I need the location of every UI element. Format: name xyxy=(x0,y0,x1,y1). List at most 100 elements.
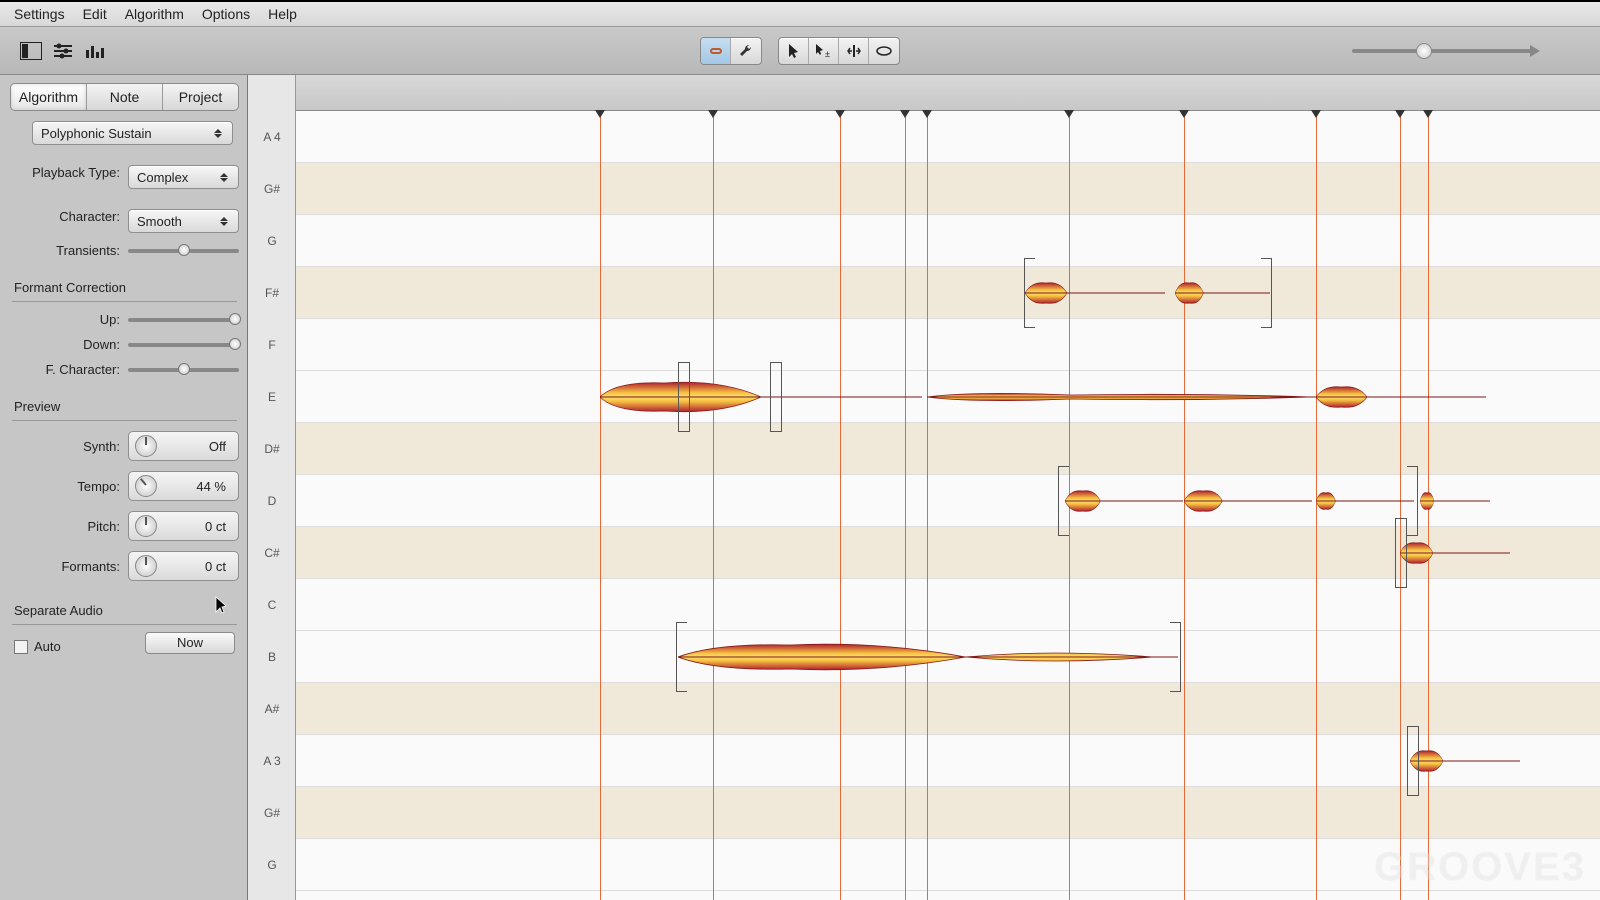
marker-triangle-icon xyxy=(595,110,605,118)
playback-type-select[interactable]: Complex xyxy=(128,165,239,189)
note-blob[interactable] xyxy=(1400,535,1510,571)
menu-bar: Settings Edit Algorithm Options Help xyxy=(0,2,1600,27)
lane-label: G# xyxy=(248,806,296,820)
formant-character-label: F. Character: xyxy=(10,362,128,377)
time-marker[interactable] xyxy=(927,111,928,900)
lane-label: F xyxy=(248,338,296,352)
tool-segment-1 xyxy=(700,37,762,65)
note-editor-canvas[interactable]: 𝄞 A 4G#GF#FED#DC#CBA#A 3G#G GROOVE3 xyxy=(248,75,1600,900)
lane-label: C# xyxy=(248,546,296,560)
playback-type-label: Playback Type: xyxy=(10,165,128,180)
marker-triangle-icon xyxy=(835,110,845,118)
link-tool-button[interactable] xyxy=(701,38,731,64)
auto-label: Auto xyxy=(34,639,61,654)
bars-icon[interactable] xyxy=(82,38,108,64)
zoom-slider[interactable] xyxy=(1352,45,1540,57)
lane-F#[interactable]: F# xyxy=(296,267,1600,319)
formants-value: 0 ct xyxy=(205,559,232,574)
panel-toggle-icon[interactable] xyxy=(18,38,44,64)
tempo-label: Tempo: xyxy=(10,479,128,494)
time-marker[interactable] xyxy=(600,111,601,900)
menu-algorithm[interactable]: Algorithm xyxy=(125,6,184,22)
lane-A4[interactable]: A 4 xyxy=(296,111,1600,163)
sidebar-tabs: Algorithm Note Project xyxy=(10,83,239,111)
time-marker[interactable] xyxy=(840,111,841,900)
tempo-dial-icon xyxy=(135,475,157,497)
marker-triangle-icon xyxy=(900,110,910,118)
checkbox-box-icon xyxy=(14,640,28,654)
character-value: Smooth xyxy=(137,214,182,229)
now-button[interactable]: Now xyxy=(145,632,235,654)
preview-section-header: Preview xyxy=(10,399,239,414)
piano-lane-column xyxy=(248,75,296,900)
lane-label: A# xyxy=(248,702,296,716)
tempo-control[interactable]: 44 % xyxy=(128,471,239,501)
time-ruler[interactable]: 𝄞 xyxy=(248,75,1600,111)
menu-edit[interactable]: Edit xyxy=(83,6,107,22)
formant-down-label: Down: xyxy=(10,337,128,352)
wrench-tool-button[interactable] xyxy=(731,38,761,64)
loop-tool-button[interactable] xyxy=(869,38,899,64)
transients-label: Transients: xyxy=(10,243,128,258)
synth-label: Synth: xyxy=(10,439,128,454)
menu-settings[interactable]: Settings xyxy=(14,6,65,22)
pointer-tool-button[interactable] xyxy=(779,38,809,64)
marker-triangle-icon xyxy=(1395,110,1405,118)
menu-help[interactable]: Help xyxy=(268,6,297,22)
time-marker[interactable] xyxy=(713,111,714,900)
marker-triangle-icon xyxy=(1423,110,1433,118)
svg-text:±: ± xyxy=(825,49,830,59)
note-bracket xyxy=(770,362,782,432)
lane-label: C xyxy=(248,598,296,612)
algorithm-select[interactable]: Polyphonic Sustain xyxy=(32,121,233,145)
note-bracket xyxy=(1058,466,1418,536)
formants-control[interactable]: 0 ct xyxy=(128,551,239,581)
formant-up-slider[interactable] xyxy=(128,318,239,322)
playback-type-value: Complex xyxy=(137,170,188,185)
tab-algorithm[interactable]: Algorithm xyxy=(11,84,87,110)
lane-label: B xyxy=(248,650,296,664)
note-blob[interactable] xyxy=(1420,483,1490,519)
formant-down-slider[interactable] xyxy=(128,343,239,347)
note-blob[interactable] xyxy=(600,379,922,415)
pitch-label: Pitch: xyxy=(10,519,128,534)
lane-A3[interactable]: A 3 xyxy=(296,735,1600,787)
note-bracket xyxy=(678,362,690,432)
pitch-dial-icon xyxy=(135,515,157,537)
note-bracket xyxy=(1407,726,1419,796)
tab-note[interactable]: Note xyxy=(87,84,163,110)
transients-slider[interactable] xyxy=(128,249,239,253)
lane-G#[interactable]: G# xyxy=(296,163,1600,215)
auto-checkbox[interactable]: Auto xyxy=(14,639,61,654)
character-label: Character: xyxy=(10,209,128,224)
lane-label: E xyxy=(248,390,296,404)
separate-section-header: Separate Audio xyxy=(10,603,239,618)
note-bracket xyxy=(676,622,1181,692)
character-select[interactable]: Smooth xyxy=(128,209,239,233)
chevron-updown-icon xyxy=(212,129,224,138)
formant-character-slider[interactable] xyxy=(128,368,239,372)
lane-label: G xyxy=(248,858,296,872)
lane-G[interactable]: G xyxy=(296,215,1600,267)
lane-G[interactable]: G xyxy=(296,839,1600,891)
formants-label: Formants: xyxy=(10,559,128,574)
split-tool-button[interactable] xyxy=(839,38,869,64)
tab-project[interactable]: Project xyxy=(163,84,238,110)
note-blob[interactable] xyxy=(1316,379,1486,415)
lane-label: D xyxy=(248,494,296,508)
lane-label: G# xyxy=(248,182,296,196)
pitch-control[interactable]: 0 ct xyxy=(128,511,239,541)
toolbar: ± xyxy=(0,27,1600,75)
note-blob[interactable] xyxy=(1410,743,1520,779)
chevron-updown-icon xyxy=(218,217,230,226)
marker-triangle-icon xyxy=(922,110,932,118)
formants-dial-icon xyxy=(135,555,157,577)
pointer-plusminus-tool-button[interactable]: ± xyxy=(809,38,839,64)
lane-F[interactable]: F xyxy=(296,319,1600,371)
lane-label: A 3 xyxy=(248,754,296,768)
synth-control[interactable]: Off xyxy=(128,431,239,461)
sliders-icon[interactable] xyxy=(50,38,76,64)
time-marker[interactable] xyxy=(905,111,906,900)
menu-options[interactable]: Options xyxy=(202,6,250,22)
lane-G#[interactable]: G# xyxy=(296,787,1600,839)
